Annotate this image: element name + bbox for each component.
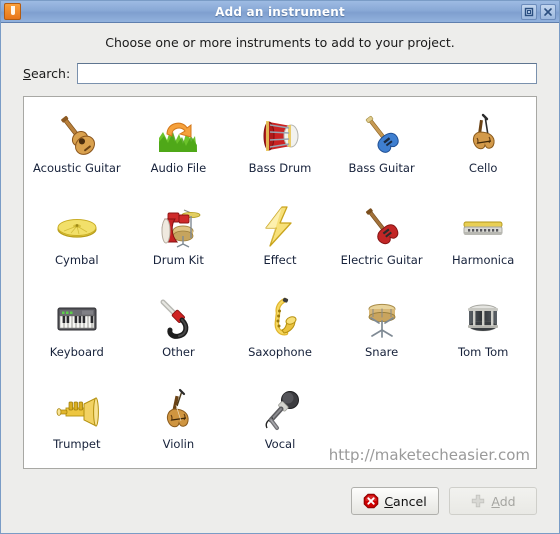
cancel-stop-icon bbox=[363, 493, 379, 509]
instrument-item[interactable]: Bass Drum bbox=[229, 105, 331, 197]
vocal-microphone-icon bbox=[253, 387, 307, 435]
instrument-grid: Acoustic Guitar Audio File Bass Drum Bas… bbox=[24, 97, 536, 468]
snare-icon bbox=[355, 295, 409, 343]
plus-icon bbox=[470, 493, 486, 509]
drum-kit-icon bbox=[151, 203, 205, 251]
instrument-item[interactable]: Cello bbox=[432, 105, 534, 197]
add-instrument-dialog: Add an instrument Choose one or more ins… bbox=[0, 0, 560, 534]
search-label: Search: bbox=[23, 66, 70, 81]
instrument-label: Bass Guitar bbox=[348, 161, 415, 175]
bass-drum-icon bbox=[253, 111, 307, 159]
lmms-j-icon bbox=[4, 3, 21, 20]
instrument-label: Snare bbox=[365, 345, 399, 359]
instrument-item[interactable]: Vocal bbox=[229, 381, 331, 468]
dialog-prompt: Choose one or more instruments to add to… bbox=[105, 35, 455, 50]
instrument-item[interactable]: Bass Guitar bbox=[331, 105, 433, 197]
instrument-item[interactable]: Effect bbox=[229, 197, 331, 289]
acoustic-guitar-icon bbox=[50, 111, 104, 159]
instrument-label: Acoustic Guitar bbox=[32, 161, 121, 175]
maximize-icon bbox=[524, 7, 534, 16]
cello-icon bbox=[456, 111, 510, 159]
harmonica-icon bbox=[456, 203, 510, 251]
instrument-label: Effect bbox=[263, 253, 297, 267]
instrument-label: Audio File bbox=[150, 161, 207, 175]
violin-icon bbox=[151, 387, 205, 435]
instrument-item[interactable]: Harmonica bbox=[432, 197, 534, 289]
search-input[interactable] bbox=[77, 63, 537, 84]
dialog-body: Choose one or more instruments to add to… bbox=[1, 23, 559, 533]
saxophone-icon bbox=[253, 295, 307, 343]
close-icon bbox=[544, 7, 552, 16]
maximize-button[interactable] bbox=[521, 3, 537, 20]
instrument-label: Bass Drum bbox=[248, 161, 312, 175]
add-button[interactable]: Add bbox=[449, 487, 537, 515]
instrument-label: Vocal bbox=[264, 437, 296, 451]
cymbal-icon bbox=[50, 203, 104, 251]
instrument-label: Saxophone bbox=[248, 345, 312, 359]
instrument-item[interactable]: Audio File bbox=[128, 105, 230, 197]
keyboard-icon bbox=[50, 295, 104, 343]
close-button[interactable] bbox=[540, 3, 556, 20]
search-row: Search: bbox=[23, 63, 537, 84]
instrument-item[interactable]: Trumpet bbox=[26, 381, 128, 468]
instrument-list-panel[interactable]: Acoustic Guitar Audio File Bass Drum Bas… bbox=[23, 96, 537, 469]
title-bar: Add an instrument bbox=[1, 1, 559, 23]
instrument-item[interactable]: Other bbox=[128, 289, 230, 381]
instrument-item[interactable]: Cymbal bbox=[26, 197, 128, 289]
instrument-item[interactable]: Acoustic Guitar bbox=[26, 105, 128, 197]
instrument-label: Harmonica bbox=[452, 253, 515, 267]
search-label-accel: S bbox=[23, 66, 31, 81]
add-rest: dd bbox=[499, 493, 516, 509]
cancel-accel: C bbox=[384, 493, 394, 509]
electric-guitar-icon bbox=[355, 203, 409, 251]
dialog-footer: Cancel Add bbox=[1, 469, 559, 533]
instrument-item[interactable]: Electric Guitar bbox=[331, 197, 433, 289]
bass-guitar-icon bbox=[355, 111, 409, 159]
instrument-label: Electric Guitar bbox=[340, 253, 423, 267]
cancel-button-label: Cancel bbox=[384, 494, 426, 509]
instrument-item[interactable]: Drum Kit bbox=[128, 197, 230, 289]
watermark-text: http://maketecheasier.com bbox=[328, 446, 530, 464]
cancel-button[interactable]: Cancel bbox=[351, 487, 439, 515]
instrument-item[interactable]: Violin bbox=[128, 381, 230, 468]
instrument-item[interactable]: Saxophone bbox=[229, 289, 331, 381]
instrument-label: Cymbal bbox=[55, 253, 99, 267]
instrument-label: Keyboard bbox=[49, 345, 104, 359]
add-accel: A bbox=[491, 493, 500, 509]
instrument-item[interactable]: Keyboard bbox=[26, 289, 128, 381]
audio-file-icon bbox=[151, 111, 205, 159]
other-cable-icon bbox=[151, 295, 205, 343]
tom-tom-icon bbox=[456, 295, 510, 343]
instrument-label: Cello bbox=[468, 161, 498, 175]
effect-icon bbox=[253, 203, 307, 251]
instrument-item[interactable]: Tom Tom bbox=[432, 289, 534, 381]
search-label-rest: earch: bbox=[30, 66, 71, 81]
cancel-rest: ancel bbox=[393, 493, 427, 509]
instrument-label: Drum Kit bbox=[152, 253, 204, 267]
trumpet-icon bbox=[50, 387, 104, 435]
instrument-label: Trumpet bbox=[53, 437, 101, 451]
add-button-label: Add bbox=[491, 494, 515, 509]
instrument-item[interactable]: Snare bbox=[331, 289, 433, 381]
instrument-label: Violin bbox=[162, 437, 195, 451]
window-controls bbox=[521, 3, 556, 20]
window-title: Add an instrument bbox=[215, 4, 345, 19]
instrument-label: Tom Tom bbox=[458, 345, 509, 359]
instrument-label: Other bbox=[162, 345, 195, 359]
